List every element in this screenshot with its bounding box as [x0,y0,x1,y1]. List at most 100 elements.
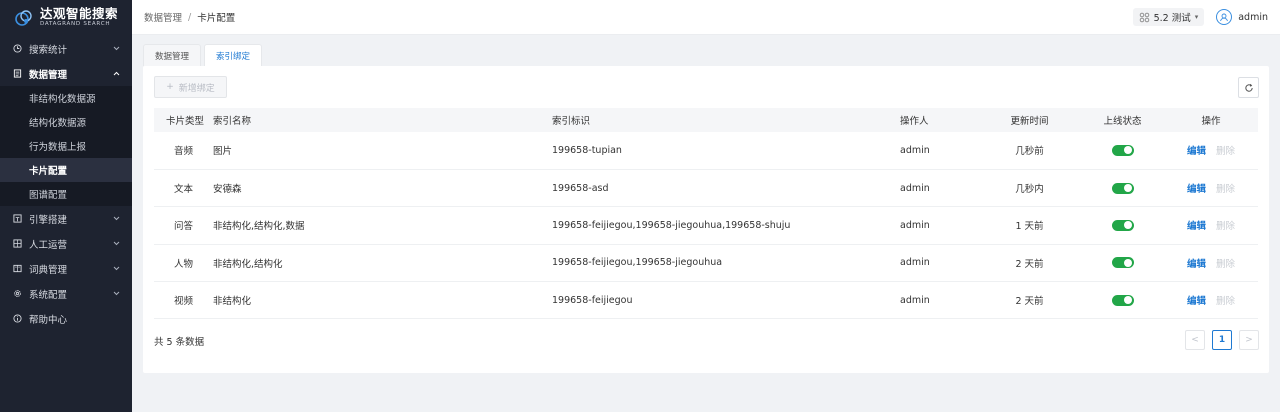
online-toggle[interactable] [1111,182,1134,194]
edit-link[interactable]: 编辑 [1187,259,1206,270]
add-binding-button[interactable]: + 新增绑定 [154,76,227,98]
add-binding-label: 新增绑定 [178,83,215,94]
page-button-current[interactable]: 1 [1212,330,1232,350]
column-header-online-status: 上线状态 [1081,108,1164,132]
cell-online-status [1081,206,1164,245]
logo-icon [15,10,32,26]
table-row: 视频 非结构化 199658-feijiegou admin 2 天前 编辑 删除 [154,281,1258,320]
cell-card-type: 视频 [154,281,213,320]
refresh-button[interactable] [1238,77,1259,98]
cell-updated: 几秒内 [978,169,1081,208]
sidebar-subitem-card-config[interactable]: 卡片配置 [0,158,132,182]
online-toggle[interactable] [1111,257,1134,269]
cell-online-status [1081,244,1164,283]
online-toggle[interactable] [1111,144,1134,156]
grid-icon [13,239,22,248]
logo-title: 达观智能搜索 [40,5,119,21]
column-header-index-name: 索引名称 [213,108,552,132]
online-toggle[interactable] [1111,294,1134,306]
sidebar-item-label: 搜索统计 [29,44,68,56]
cell-index-id: 199658-feijiegou,199658-jiegouhua [552,244,900,283]
delete-link[interactable]: 删除 [1216,184,1235,195]
caret-down-icon: ▾ [1194,13,1199,21]
cell-operator: admin [900,206,978,245]
binding-table: 卡片类型 索引名称 索引标识 操作人 更新时间 上线状态 操作 音频 图片 19… [154,108,1258,320]
cell-updated: 2 天前 [978,244,1081,283]
cell-actions: 编辑 删除 [1164,132,1258,170]
user-name: admin [1238,11,1268,23]
version-selector[interactable]: 5.2 测试 ▾ [1132,8,1205,26]
sidebar-item-search-stats[interactable]: 搜索统计 [0,36,132,61]
next-page-button[interactable]: > [1239,330,1259,350]
pagination: < 1 > [1185,330,1259,350]
sidebar-item-label: 数据管理 [29,69,68,81]
sidebar-item-label: 帮助中心 [29,314,68,326]
top-header: 数据管理 / 卡片配置 5.2 测试 ▾ admin [132,0,1280,35]
delete-link[interactable]: 删除 [1216,296,1235,307]
table-row: 问答 非结构化,结构化,数据 199658-feijiegou,199658-j… [154,206,1258,245]
breadcrumb-parent[interactable]: 数据管理 [144,10,182,24]
sidebar-item-system-config[interactable]: 系统配置 [0,281,132,306]
sidebar-subitem-behavior-report[interactable]: 行为数据上报 [0,134,132,158]
info-icon [13,314,22,323]
edit-link[interactable]: 编辑 [1187,184,1206,195]
cell-operator: admin [900,132,978,170]
column-header-card-type: 卡片类型 [154,108,213,132]
cell-online-status [1081,281,1164,320]
delete-link[interactable]: 删除 [1216,221,1235,232]
table-row: 音频 图片 199658-tupian admin 几秒前 编辑 删除 [154,132,1258,170]
sidebar-subitem-structured-source[interactable]: 结构化数据源 [0,110,132,134]
edit-link[interactable]: 编辑 [1187,221,1206,232]
sidebar-item-data-management[interactable]: 数据管理 [0,61,132,86]
sidebar-item-dictionary[interactable]: 词典管理 [0,256,132,281]
cell-card-type: 音频 [154,132,213,170]
cell-updated: 几秒前 [978,132,1081,170]
plus-icon: + [166,82,174,92]
cell-index-name: 非结构化,结构化 [213,244,552,283]
cell-operator: admin [900,169,978,208]
cell-card-type: 问答 [154,206,213,245]
sidebar-item-engine-build[interactable]: 引擎搭建 [0,206,132,231]
tab-index-binding[interactable]: 索引绑定 [204,44,263,66]
cell-updated: 2 天前 [978,281,1081,320]
column-header-index-id: 索引标识 [552,108,900,132]
logo[interactable]: 达观智能搜索 DATAGRAND SEARCH [0,0,132,36]
cell-online-status [1081,169,1164,208]
cell-index-name: 图片 [213,132,552,170]
sidebar-item-manual-ops[interactable]: 人工运营 [0,231,132,256]
column-header-actions: 操作 [1164,108,1258,132]
edit-link[interactable]: 编辑 [1187,146,1206,157]
cell-actions: 编辑 删除 [1164,206,1258,245]
column-header-operator: 操作人 [900,108,978,132]
tab-data-management[interactable]: 数据管理 [143,44,202,66]
chevron-down-icon [112,45,120,53]
delete-link[interactable]: 删除 [1216,259,1235,270]
sidebar-submenu: 非结构化数据源 结构化数据源 行为数据上报 卡片配置 图谱配置 [0,86,132,206]
version-label: 5.2 测试 [1153,13,1191,24]
cell-index-name: 安德森 [213,169,552,208]
breadcrumb-current: 卡片配置 [197,13,236,24]
sidebar-nav: 搜索统计 数据管理 非结构化数据源 结构化数据源 行为数据上报 卡片配置 图谱配… [0,36,132,331]
user-menu[interactable]: admin [1216,9,1268,25]
cell-index-name: 非结构化,结构化,数据 [213,206,552,245]
tab-bar: 数据管理 索引绑定 [143,44,263,66]
cell-card-type: 文本 [154,169,213,208]
table-header-row: 卡片类型 索引名称 索引标识 操作人 更新时间 上线状态 操作 [154,108,1258,132]
cell-index-id: 199658-feijiegou,199658-jiegouhua,199658… [552,206,900,245]
delete-link[interactable]: 删除 [1216,146,1235,157]
sidebar-subitem-unstructured-source[interactable]: 非结构化数据源 [0,86,132,110]
sidebar-item-label: 词典管理 [29,264,68,276]
chevron-down-icon [112,215,120,223]
logo-subtitle: DATAGRAND SEARCH [40,21,111,28]
prev-page-button[interactable]: < [1185,330,1205,350]
sidebar-item-help-center[interactable]: 帮助中心 [0,306,132,331]
cell-operator: admin [900,281,978,320]
gear-icon [13,289,22,298]
cell-index-id: 199658-feijiegou [552,281,900,320]
sidebar: 达观智能搜索 DATAGRAND SEARCH 搜索统计 数据管理 非结构化数据… [0,0,132,412]
clock-icon [13,44,22,53]
sidebar-subitem-graph-config[interactable]: 图谱配置 [0,182,132,206]
cell-actions: 编辑 删除 [1164,244,1258,283]
edit-link[interactable]: 编辑 [1187,296,1206,307]
online-toggle[interactable] [1111,219,1134,231]
